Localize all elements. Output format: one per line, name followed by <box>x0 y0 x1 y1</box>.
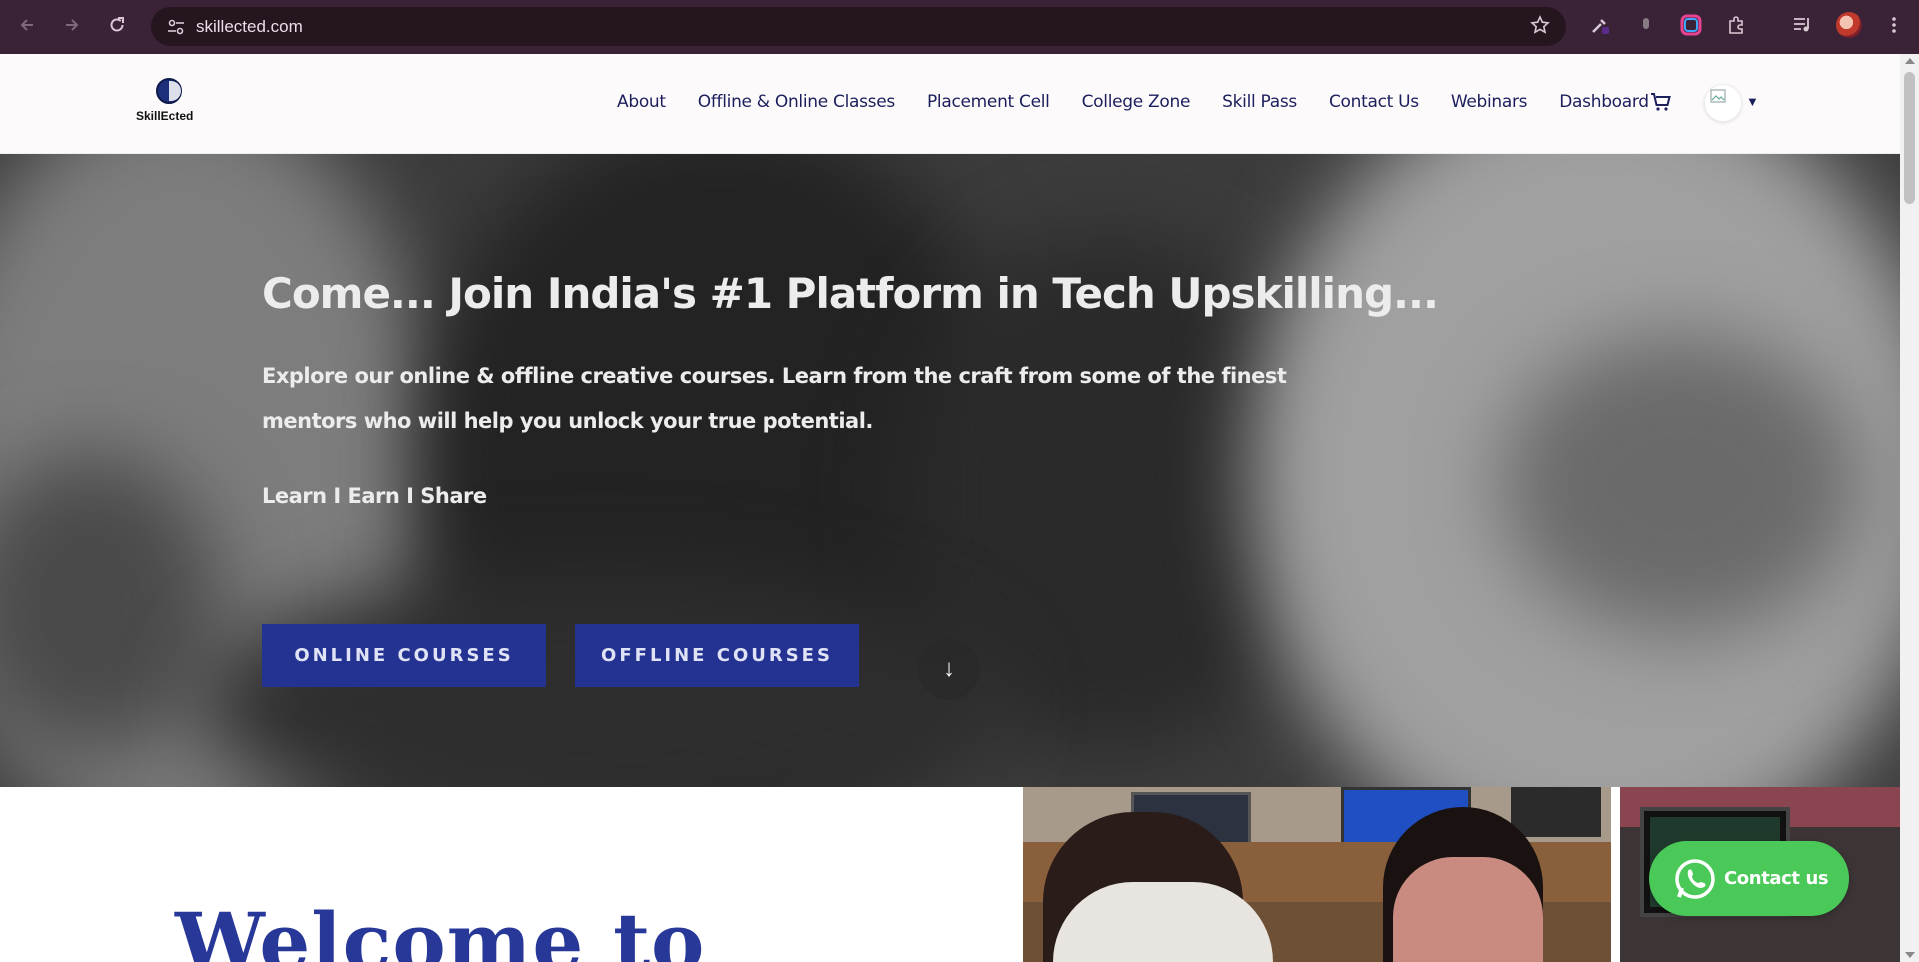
classroom-photo <box>1023 787 1611 962</box>
eyedropper-icon <box>1592 19 1609 34</box>
user-avatar[interactable] <box>1704 84 1742 122</box>
scroll-down-button[interactable]: ↓ <box>918 638 980 700</box>
cart-icon <box>1651 93 1671 111</box>
scrollbar-thumb[interactable] <box>1904 72 1915 204</box>
media-icon <box>1794 18 1809 32</box>
back-button[interactable] <box>15 13 39 37</box>
kebab-menu-icon <box>1892 17 1896 33</box>
mic-extension[interactable] <box>1634 13 1658 37</box>
eyedropper-extension[interactable] <box>1588 13 1612 37</box>
logo-text: SkillEcted <box>136 109 194 123</box>
whatsapp-label: Contact us <box>1724 868 1829 889</box>
nav-dashboard[interactable]: Dashboard <box>1559 92 1649 112</box>
caret-down-icon[interactable]: ▼ <box>1746 94 1759 109</box>
arrow-left-icon <box>20 19 33 31</box>
color-ring-icon <box>1680 14 1702 36</box>
nav-webinars[interactable]: Webinars <box>1451 92 1528 112</box>
logo-mark <box>156 78 182 104</box>
broken-image-icon <box>1710 89 1726 103</box>
arrow-right-icon <box>66 19 79 31</box>
media-control-button[interactable] <box>1790 13 1814 37</box>
site-info-button[interactable] <box>165 16 187 38</box>
online-courses-button[interactable]: ONLINE COURSES <box>262 624 546 687</box>
reload-icon <box>110 17 124 32</box>
site-logo[interactable]: SkillEcted <box>136 78 200 128</box>
address-bar[interactable]: skillected.com <box>151 7 1566 46</box>
extensions-button[interactable] <box>1724 13 1748 37</box>
mic-icon <box>1643 18 1649 29</box>
hero-title: Come... Join India's #1 Platform in Tech… <box>262 269 1439 318</box>
photo-student-shirt <box>1393 857 1543 962</box>
puzzle-icon <box>1729 16 1743 34</box>
nav-classes[interactable]: Offline & Online Classes <box>698 92 895 112</box>
nav-skill-pass[interactable]: Skill Pass <box>1222 92 1297 112</box>
photo-laptop <box>1511 787 1601 837</box>
scroll-down-arrow-icon[interactable] <box>1905 952 1915 958</box>
nav-contact-us[interactable]: Contact Us <box>1329 92 1419 112</box>
hero-subtitle: Explore our online & offline creative co… <box>262 364 1287 433</box>
whatsapp-icon <box>1675 859 1715 899</box>
reload-button[interactable] <box>105 13 129 37</box>
forward-button[interactable] <box>60 13 84 37</box>
bookmark-button[interactable] <box>1530 15 1550 41</box>
nav-about[interactable]: About <box>617 92 666 112</box>
browser-menu-button[interactable] <box>1882 13 1906 37</box>
cart-button[interactable] <box>1650 92 1672 112</box>
welcome-heading: Welcome to <box>175 895 706 962</box>
star-icon <box>1530 15 1550 34</box>
tune-icon <box>168 19 184 35</box>
color-extension[interactable] <box>1679 13 1703 37</box>
nav-placement-cell[interactable]: Placement Cell <box>927 92 1050 112</box>
profile-avatar[interactable] <box>1836 12 1862 38</box>
page-scrollbar[interactable] <box>1900 54 1919 962</box>
whatsapp-contact-button[interactable]: Contact us <box>1649 841 1849 916</box>
arrow-down-icon: ↓ <box>943 655 955 682</box>
browser-toolbar: skillected.com <box>0 0 1919 54</box>
site-header: SkillEcted About Offline & Online Classe… <box>0 54 1900 154</box>
hero-bg-shape <box>1500 334 1860 634</box>
scroll-up-arrow-icon[interactable] <box>1905 58 1915 64</box>
main-nav: About Offline & Online Classes Placement… <box>617 92 1681 112</box>
offline-courses-button[interactable]: OFFLINE COURSES <box>575 624 859 687</box>
hero-banner: Come... Join India's #1 Platform in Tech… <box>0 154 1900 787</box>
url-text[interactable]: skillected.com <box>196 17 303 37</box>
hero-tagline: Learn I Earn I Share <box>262 484 487 508</box>
nav-college-zone[interactable]: College Zone <box>1082 92 1191 112</box>
